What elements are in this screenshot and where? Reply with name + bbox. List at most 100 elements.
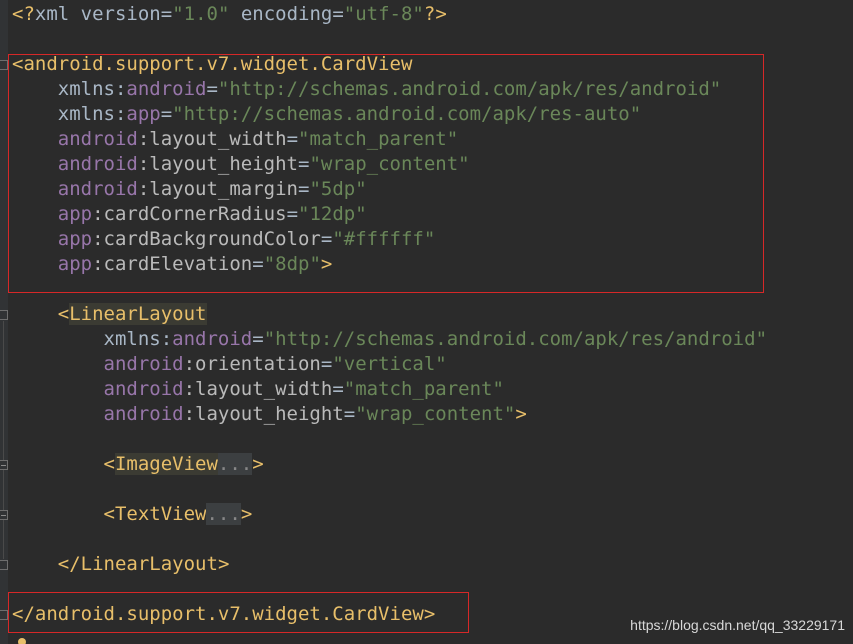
token-ns: app [57, 253, 93, 275]
code-line-card-layout-width[interactable]: android:layout_width="match_parent" [12, 127, 458, 152]
fold-marker-cardview[interactable] [0, 60, 8, 70]
token-ns: android [57, 128, 138, 150]
code-line-ll-orientation[interactable]: android:orientation="vertical" [12, 352, 447, 377]
fold-marker-cardview-end[interactable] [0, 610, 8, 620]
token-bracket: < [103, 453, 115, 475]
code-line-card-background-color[interactable]: app:cardBackgroundColor="#ffffff" [12, 227, 436, 252]
fold-expand-textview[interactable] [0, 510, 8, 520]
token-fold-dots: ... [217, 453, 253, 475]
token-val: "http://schemas.android.com/apk/res/andr… [217, 78, 722, 100]
token-eq: = [332, 378, 344, 400]
token-val: "5dp" [309, 178, 367, 200]
token-ns: android [126, 78, 207, 100]
code-line-card-corner-radius[interactable]: app:cardCornerRadius="12dp" [12, 202, 367, 227]
token-bracket: > [320, 253, 333, 275]
code-line-card-elevation[interactable]: app:cardElevation="8dp"> [12, 252, 333, 277]
token-eq: = [252, 253, 264, 275]
token-ns: app [126, 103, 161, 125]
token-plain: xml version [34, 3, 161, 25]
token-ns: android [103, 378, 184, 400]
fold-marker-linearlayout[interactable] [0, 310, 8, 320]
token-eq: = [320, 353, 333, 375]
token-ns: app [57, 228, 93, 250]
token-ns: android [172, 328, 253, 350]
code-editor[interactable]: <?xml version="1.0" encoding="utf-8"?> <a… [0, 0, 853, 644]
code-line-cardview-open[interactable]: <android.support.v7.widget.CardView [12, 52, 412, 77]
token-eq: = [343, 403, 356, 425]
token-attr: :layout_height [137, 153, 298, 175]
code-line-textview-folded[interactable]: <TextView...> [12, 502, 252, 527]
token-val: "vertical" [332, 353, 447, 375]
token-eq: = [206, 78, 218, 100]
token-tag: android.support.v7.widget.CardView [23, 53, 413, 75]
token-bracket: < [12, 53, 24, 75]
token-val: "#ffffff" [332, 228, 436, 250]
token-bracket: > [515, 403, 527, 425]
token-attr: :cardElevation [92, 253, 253, 275]
token-plain: xmlns: [12, 78, 127, 100]
fold-marker-linearlayout-end[interactable] [0, 560, 8, 570]
token-ns: android [103, 403, 184, 425]
code-line-ll-layout-height[interactable]: android:layout_height="wrap_content"> [12, 402, 527, 427]
token-ns: app [57, 203, 93, 225]
code-line-ll-xmlns-android[interactable]: xmlns:android="http://schemas.android.co… [12, 327, 768, 352]
token-tag: android.support.v7.widget.CardView [34, 603, 424, 625]
token-attr: :layout_height [183, 403, 344, 425]
token-val: "8dp" [263, 253, 321, 275]
token-plain: xmlns: [12, 103, 127, 125]
token-val: "match_parent" [343, 378, 504, 400]
code-line-imageview-folded[interactable]: <ImageView...> [12, 452, 264, 477]
token-val: "utf-8" [343, 3, 424, 25]
code-line-xml-decl[interactable]: <?xml version="1.0" encoding="utf-8"?> [12, 2, 447, 27]
code-line-linearlayout-open[interactable]: <LinearLayout [12, 302, 207, 327]
code-line-linearlayout-close[interactable]: </LinearLayout> [12, 552, 230, 577]
code-line-card-layout-margin[interactable]: android:layout_margin="5dp" [12, 177, 367, 202]
token-bracket: </ [57, 553, 81, 575]
fold-expand-imageview[interactable] [0, 460, 8, 470]
token-bracket: > [252, 453, 264, 475]
token-ns: android [57, 153, 138, 175]
token-tag: LinearLayout [80, 553, 218, 575]
token-tag: TextView [114, 503, 207, 525]
token-ns: android [103, 353, 184, 375]
token-eq: = [298, 178, 310, 200]
token-eq: = [252, 328, 264, 350]
token-bracket: < [57, 303, 70, 325]
code-line-xmlns-android[interactable]: xmlns:android="http://schemas.android.co… [12, 77, 722, 102]
code-line-card-layout-height[interactable]: android:layout_height="wrap_content" [12, 152, 470, 177]
token-eq: = [160, 3, 173, 25]
token-hl: LinearLayout [69, 303, 207, 325]
token-val: "1.0" [172, 3, 230, 25]
token-ns: android [57, 178, 138, 200]
token-eq: = [286, 128, 299, 150]
code-line-cardview-close[interactable]: </android.support.v7.widget.CardView> [12, 602, 435, 627]
watermark-text: https://blog.csdn.net/qq_33229171 [630, 617, 845, 633]
token-val: "wrap_content" [309, 153, 470, 175]
token-val: "http://schemas.android.com/apk/res/andr… [263, 328, 768, 350]
code-line-ll-layout-width[interactable]: android:layout_width="match_parent" [12, 377, 504, 402]
token-val: "match_parent" [298, 128, 459, 150]
token-eq: = [286, 203, 299, 225]
token-plain: xmlns: [12, 328, 173, 350]
token-bracket: < [103, 503, 115, 525]
token-bracket: > [240, 503, 253, 525]
token-bracket: <? [12, 3, 35, 25]
token-eq: = [320, 228, 333, 250]
token-val: "http://schemas.android.com/apk/res-auto… [172, 103, 642, 125]
token-eq: = [160, 103, 173, 125]
token-bracket: </ [12, 603, 35, 625]
code-line-xmlns-app[interactable]: xmlns:app="http://schemas.android.com/ap… [12, 102, 641, 127]
fold-guide-linearlayout [3, 321, 4, 559]
token-val: "wrap_content" [355, 403, 516, 425]
token-fold-dots: ... [206, 503, 241, 525]
lightbulb-icon[interactable] [18, 638, 26, 644]
